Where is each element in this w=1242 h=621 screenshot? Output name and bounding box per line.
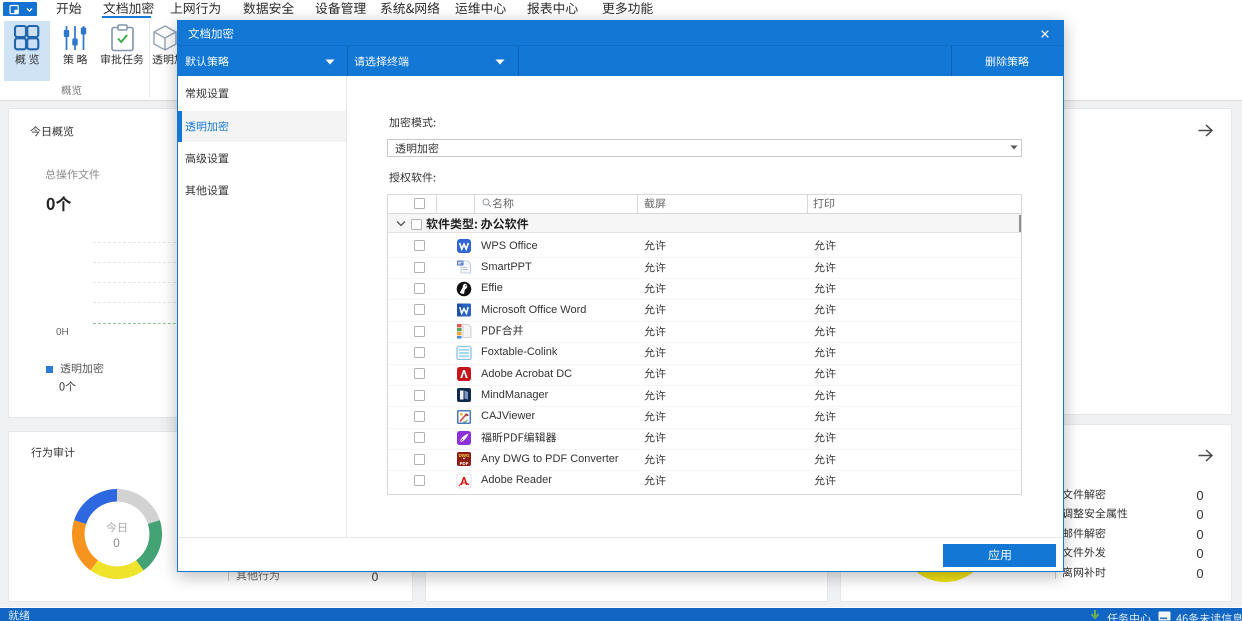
svg-text:DWG: DWG: [458, 454, 469, 459]
svg-text:PDF: PDF: [459, 461, 468, 466]
